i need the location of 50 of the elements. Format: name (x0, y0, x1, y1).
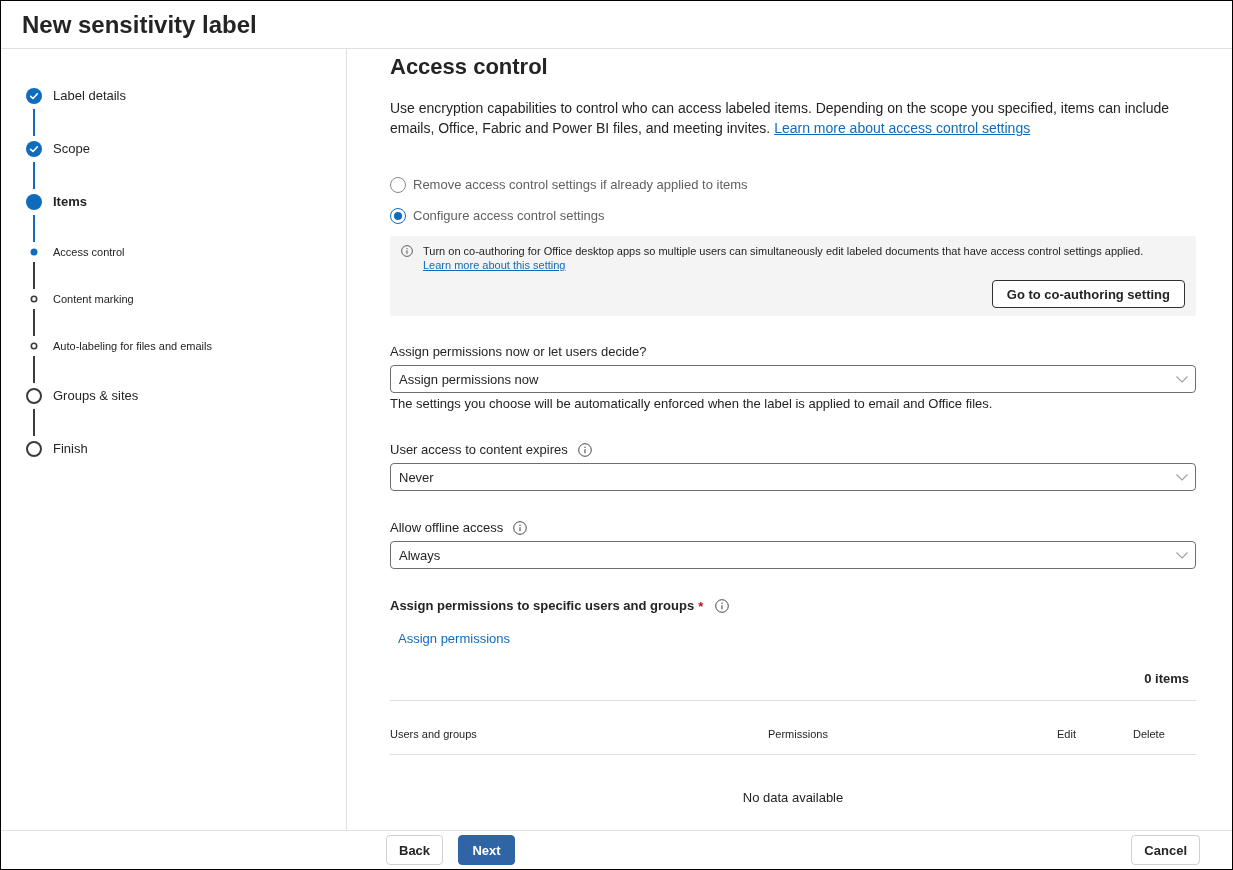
learn-more-link[interactable]: Learn more about access control settings (774, 120, 1031, 136)
section-title: Access control (390, 53, 549, 81)
empty-state-text: No data available (742, 789, 844, 807)
learn-more-link[interactable]: Learn more about this setting (423, 259, 566, 271)
column-header: Users and groups (390, 727, 478, 741)
chevron-down-icon (1176, 473, 1188, 481)
assign-permissions-link[interactable]: Assign permissions (398, 631, 510, 646)
column-header: Delete (1133, 727, 1166, 741)
step-connector (33, 109, 35, 136)
co-authoring-button[interactable]: Go to co-authoring setting (991, 280, 1185, 308)
column-header: Edit (1057, 727, 1077, 741)
step-label: Content marking (53, 292, 134, 306)
chevron-down-icon (1176, 551, 1188, 559)
radio-label: Remove access control settings if already applied to items (413, 176, 748, 194)
info-icon (401, 245, 413, 257)
info-icon[interactable] (577, 443, 592, 457)
required-mark: * (698, 598, 704, 614)
dropdown[interactable]: Never (390, 463, 1196, 491)
item-count: 0 items (1144, 670, 1189, 688)
step-label: Scope (53, 141, 90, 157)
section-heading: Assign permissions to specific users and groups (390, 597, 695, 615)
step-label: Access control (53, 245, 125, 259)
info-icon[interactable] (715, 599, 730, 613)
step-connector (33, 215, 35, 242)
step-label: Auto-labeling for files and emails (53, 339, 212, 353)
step-label: Groups & sites (53, 388, 139, 404)
note-text: Turn on co-authoring for Office desktop apps so multiple users can simultaneously edit labeled documents that have access control settings applied. Learn more about this setting (423, 244, 1145, 272)
description-text: Use encryption capabilities to control who can access labeled items. Depending on the scope you specified, items can include emails, Office, Fabric and Power BI files, and meeting invites. Learn more about access control settings (390, 99, 1170, 138)
step-connector (33, 162, 35, 189)
field-label: Allow offline access (390, 519, 504, 537)
step-label: Finish (53, 441, 88, 457)
step-connector (33, 356, 35, 383)
dropdown[interactable]: Assign permissions now (390, 365, 1196, 393)
step-label: Label details (53, 88, 126, 104)
field-label: Assign permissions now or let users decide? (390, 343, 647, 361)
chevron-down-icon (1176, 375, 1188, 383)
radio-label: Configure access control settings (413, 207, 605, 225)
field-label: User access to content expires (390, 441, 568, 459)
cancel-button[interactable]: Cancel (1131, 835, 1200, 865)
dropdown[interactable]: Always (390, 541, 1196, 569)
next-button[interactable]: Next (458, 835, 516, 865)
step-connector (33, 309, 35, 336)
page-title: New sensitivity label (22, 9, 257, 40)
step-connector (33, 262, 35, 289)
step-connector (33, 409, 35, 436)
back-button[interactable]: Back (386, 835, 444, 865)
help-text: The settings you choose will be automatically enforced when the label is applied to email and Office files. (390, 395, 994, 413)
column-header: Permissions (768, 727, 829, 741)
step-label: Items (53, 194, 87, 210)
info-icon[interactable] (513, 521, 528, 535)
